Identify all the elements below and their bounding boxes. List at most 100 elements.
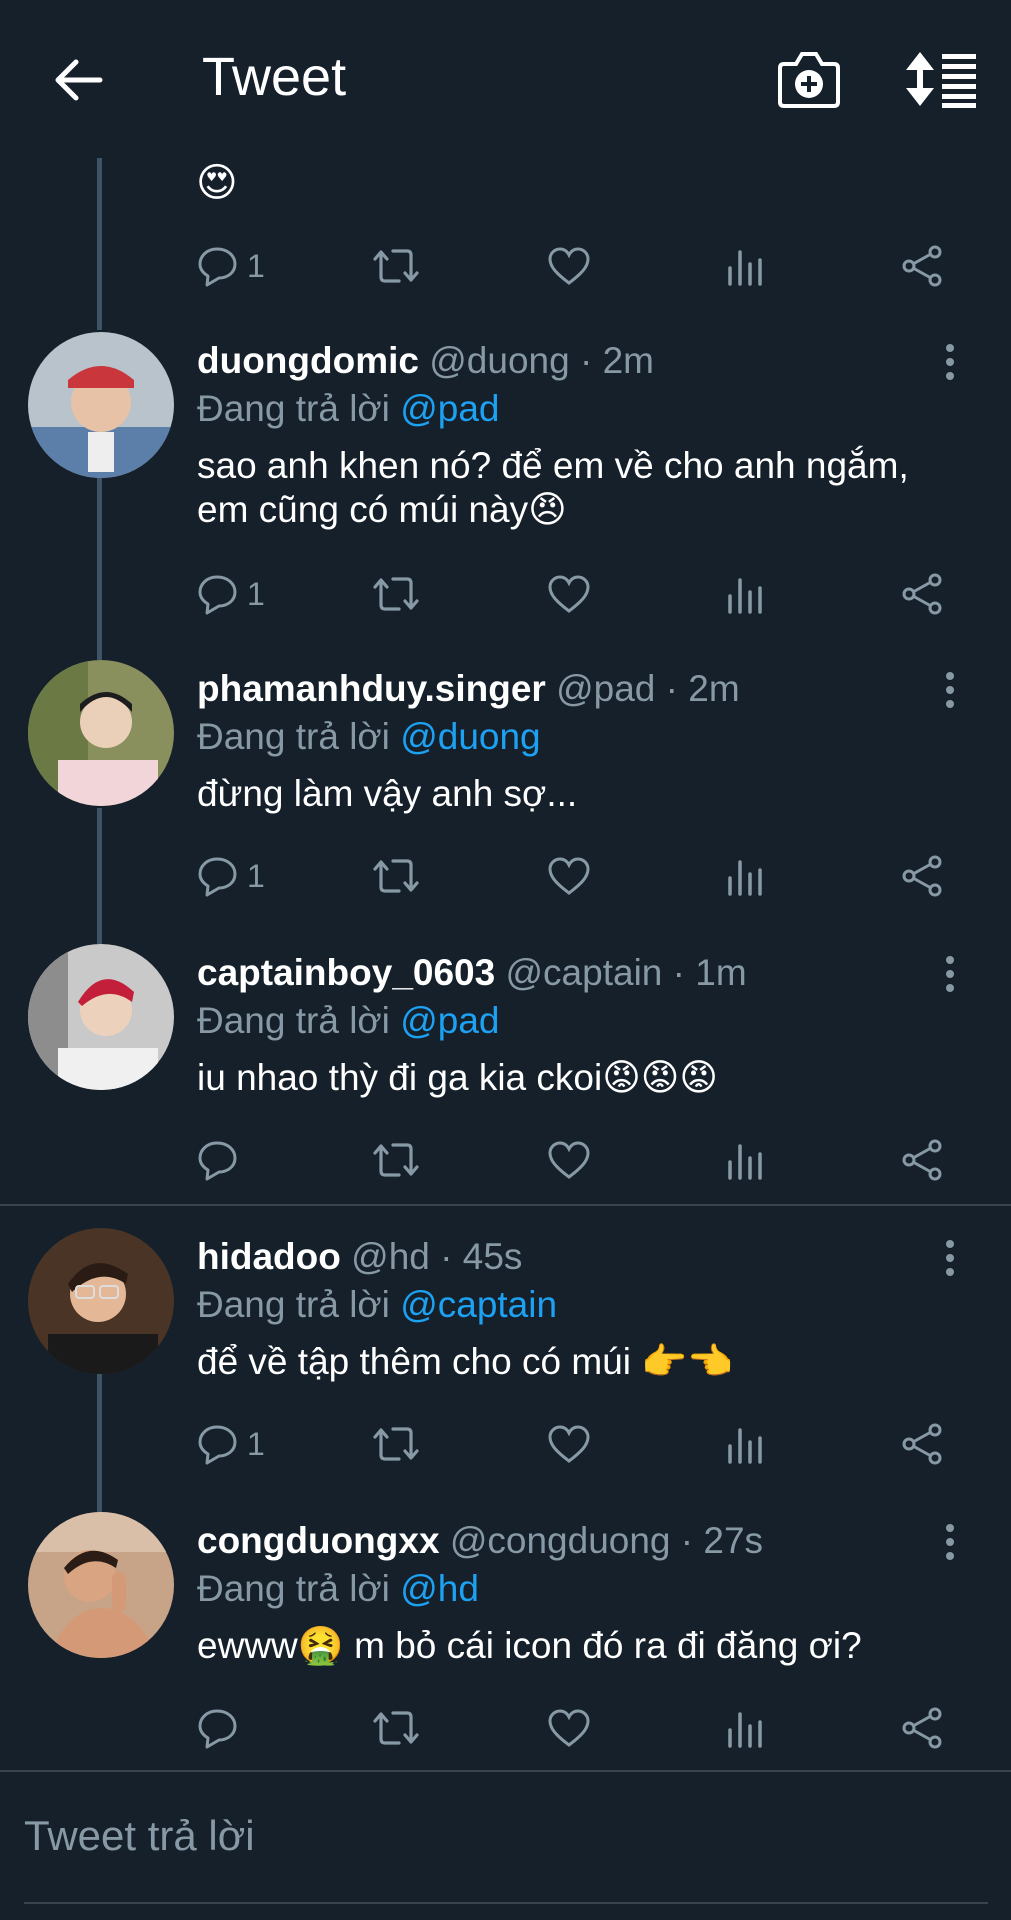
heart-icon <box>548 1709 590 1747</box>
reply-tweet[interactable]: duongdomic @duong · 2m Đang trả lời @pad… <box>0 332 1011 632</box>
sort-replies-icon[interactable] <box>904 50 978 108</box>
analytics-button[interactable] <box>727 1700 763 1756</box>
share-button[interactable] <box>901 1416 945 1472</box>
share-button[interactable] <box>901 848 945 904</box>
user-handle: @congduong <box>449 1520 671 1561</box>
reply-composer[interactable]: Tweet trả lời <box>0 1772 1011 1920</box>
avatar[interactable] <box>28 660 174 806</box>
share-button[interactable] <box>901 1700 945 1756</box>
mention-link[interactable]: @hd <box>400 1568 479 1609</box>
like-button[interactable] <box>547 848 591 904</box>
more-options-icon[interactable] <box>940 342 960 382</box>
retweet-button[interactable] <box>371 1416 421 1472</box>
user-handle: @captain <box>505 952 663 993</box>
replying-prefix: Đang trả lời <box>197 716 390 757</box>
analytics-button[interactable] <box>727 848 763 904</box>
tweet-text: đừng làm vậy anh sợ... <box>197 773 578 814</box>
heart-icon <box>548 1141 590 1179</box>
replying-to: Đang trả lời @pad <box>197 1000 499 1042</box>
analytics-button[interactable] <box>727 238 763 294</box>
reply-tweet[interactable]: hidadoo @hd · 45s Đang trả lời @captain … <box>0 1228 1011 1508</box>
display-name[interactable]: hidadoo <box>197 1236 341 1277</box>
analytics-button[interactable] <box>727 566 763 622</box>
replying-prefix: Đang trả lời <box>197 1000 390 1041</box>
share-button[interactable] <box>901 1132 945 1188</box>
more-options-icon[interactable] <box>940 670 960 710</box>
retweet-button[interactable] <box>371 1132 421 1188</box>
analytics-button[interactable] <box>727 1416 763 1472</box>
analytics-icon <box>728 578 762 614</box>
replying-to: Đang trả lời @duong <box>197 716 541 758</box>
share-button[interactable] <box>901 238 945 294</box>
retweet-button[interactable] <box>371 848 421 904</box>
back-arrow-icon[interactable] <box>48 50 108 110</box>
avatar[interactable] <box>28 1228 174 1374</box>
reply-tweet[interactable]: phamanhduy.singer @pad · 2m Đang trả lời… <box>0 660 1011 940</box>
analytics-icon <box>728 1144 762 1180</box>
reply-button[interactable] <box>197 1700 247 1756</box>
tweet-header: captainboy_0603 @captain · 1m <box>197 952 747 994</box>
replying-prefix: Đang trả lời <box>197 1568 390 1609</box>
mention-link[interactable]: @pad <box>400 1000 499 1041</box>
more-options-icon[interactable] <box>940 954 960 994</box>
reply-tweet[interactable]: captainboy_0603 @captain · 1m Đang trả l… <box>0 944 1011 1194</box>
display-name[interactable]: captainboy_0603 <box>197 952 495 993</box>
avatar[interactable] <box>28 1512 174 1658</box>
display-name[interactable]: phamanhduy.singer <box>197 668 546 709</box>
tweet-actions <box>197 1132 957 1188</box>
avatar[interactable] <box>28 944 174 1090</box>
replying-prefix: Đang trả lời <box>197 1284 390 1325</box>
analytics-icon <box>728 1712 762 1748</box>
reply-button[interactable]: 1 <box>197 1416 265 1472</box>
tweet-header: duongdomic @duong · 2m <box>197 340 654 382</box>
display-name[interactable]: congduongxx <box>197 1520 440 1561</box>
reply-icon <box>198 857 237 897</box>
retweet-icon <box>373 577 419 611</box>
share-icon <box>902 573 942 615</box>
heart-icon <box>548 1425 590 1463</box>
like-button[interactable] <box>547 1700 591 1756</box>
more-options-icon[interactable] <box>940 1238 960 1278</box>
more-options-icon[interactable] <box>940 1522 960 1562</box>
reply-tweet[interactable]: congduongxx @congduong · 27s Đang trả lờ… <box>0 1512 1011 1762</box>
reply-button[interactable] <box>197 1132 247 1188</box>
tweet-text: ewww🤮 m bỏ cái icon đó ra đi đăng ơi? <box>197 1625 862 1666</box>
retweet-button[interactable] <box>371 238 421 294</box>
share-button[interactable] <box>901 566 945 622</box>
reply-count: 1 <box>247 247 265 284</box>
retweet-button[interactable] <box>371 566 421 622</box>
replying-to: Đang trả lời @hd <box>197 1568 479 1610</box>
mention-link[interactable]: @captain <box>400 1284 557 1325</box>
tweet-actions: 1 <box>197 238 957 294</box>
tweet-header: phamanhduy.singer @pad · 2m <box>197 668 740 710</box>
display-name[interactable]: duongdomic <box>197 340 419 381</box>
user-handle: @hd <box>351 1236 430 1277</box>
reply-count: 1 <box>247 575 265 612</box>
like-button[interactable] <box>547 1132 591 1188</box>
retweet-icon <box>373 249 419 283</box>
retweet-button[interactable] <box>371 1700 421 1756</box>
timestamp: · 27s <box>680 1520 764 1561</box>
top-app-bar: Tweet <box>0 0 1011 158</box>
like-button[interactable] <box>547 238 591 294</box>
mention-link[interactable]: @duong <box>400 716 540 757</box>
reply-button[interactable]: 1 <box>197 848 265 904</box>
tweet-header: hidadoo @hd · 45s <box>197 1236 522 1278</box>
retweet-icon <box>373 1143 419 1177</box>
like-button[interactable] <box>547 566 591 622</box>
user-handle: @pad <box>556 668 656 709</box>
camera-plus-icon[interactable] <box>776 48 842 110</box>
like-button[interactable] <box>547 1416 591 1472</box>
analytics-button[interactable] <box>727 1132 763 1188</box>
reply-button[interactable]: 1 <box>197 566 265 622</box>
avatar[interactable] <box>28 332 174 478</box>
timestamp: · 45s <box>440 1236 523 1277</box>
user-handle: @duong <box>429 340 570 381</box>
mention-link[interactable]: @pad <box>400 388 499 429</box>
thread-divider <box>0 1204 1011 1206</box>
heart-icon <box>548 857 590 895</box>
tweet-actions: 1 <box>197 848 957 904</box>
reply-icon <box>198 1425 237 1465</box>
reply-input[interactable]: Tweet trả lời <box>24 1812 255 1860</box>
reply-button[interactable]: 1 <box>197 238 265 294</box>
